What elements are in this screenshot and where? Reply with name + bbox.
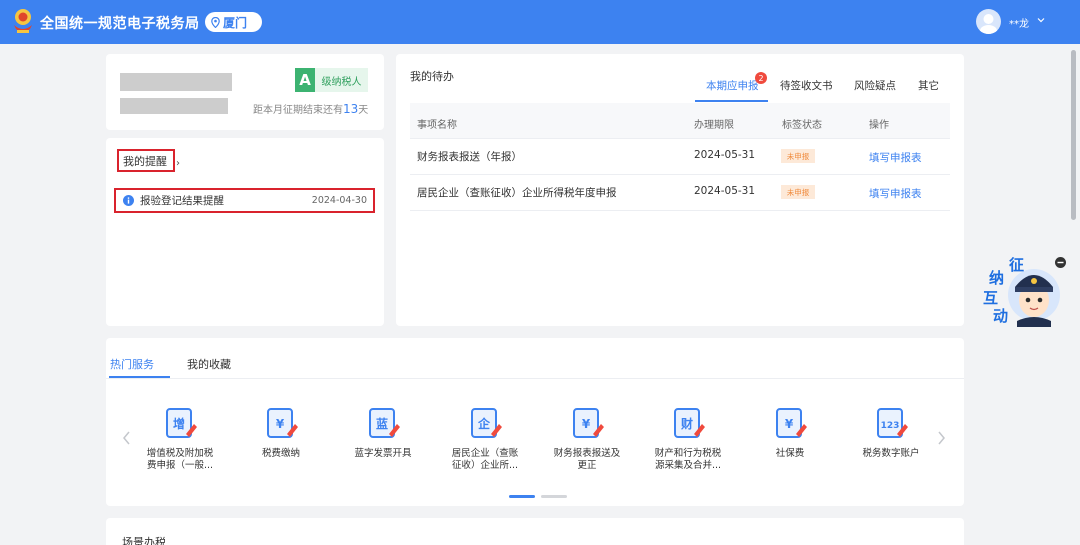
column-header-item: 事项名称 <box>417 120 457 131</box>
vat-declaration-icon: 增 <box>166 408 197 438</box>
social-insurance-icon: ¥ <box>776 408 807 438</box>
tab-other[interactable]: 其它 <box>918 78 939 93</box>
column-header-action: 操作 <box>869 120 889 131</box>
service-icon-glyph: 增 <box>173 416 185 431</box>
status-badge: 未申报 <box>781 149 815 163</box>
todo-item-name: 财务报表报送（年报） <box>417 151 522 163</box>
service-item-label: 社保费 <box>775 448 805 459</box>
reminder-item[interactable]: 报验登记结果提醒 2024-04-30 <box>114 188 375 213</box>
user-icon <box>980 14 997 34</box>
service-item[interactable]: 企居民企业（查账 征收）企业所... <box>433 402 537 482</box>
tab-count-badge: 2 <box>755 72 767 84</box>
taxpayer-grade-badge: A <box>295 68 315 92</box>
close-icon[interactable] <box>1055 257 1066 268</box>
fill-declaration-link[interactable]: 填写申报表 <box>869 186 922 201</box>
service-item-label: 财务报表报送及 更正 <box>553 448 621 471</box>
service-icon-glyph: 123 <box>881 421 900 431</box>
masked-company-name <box>120 73 232 91</box>
services-divider <box>106 378 964 379</box>
service-item-label: 蓝字发票开具 <box>354 448 412 459</box>
taxpayer-grade-label: 级纳税人 <box>315 68 368 92</box>
service-item[interactable]: ¥ 税费缴纳 <box>229 402 333 482</box>
service-icon-glyph: 企 <box>477 416 491 431</box>
city-name: 厦门 <box>223 15 248 30</box>
carousel-dot[interactable] <box>541 495 567 498</box>
tab-documents-to-sign[interactable]: 待签收文书 <box>780 78 833 93</box>
tax-emblem-icon[interactable] <box>10 7 36 35</box>
financial-report-icon: ¥ <box>573 408 604 438</box>
reminders-more-icon[interactable]: › <box>176 158 180 169</box>
filing-deadline-countdown: 距本月征期结束还有13天 <box>253 101 368 116</box>
service-icon-glyph: ¥ <box>582 417 591 431</box>
city-selector[interactable]: 厦门 <box>205 12 262 32</box>
digital-account-icon: 123 <box>877 408 908 438</box>
deadline-prefix: 距本月征期结束还有 <box>253 105 343 116</box>
service-item[interactable]: 财财产和行为税税 源采集及合并... <box>636 402 740 482</box>
row-divider <box>410 174 950 175</box>
interaction-mascot-icon[interactable]: 征 纳 互 动 <box>979 253 1061 331</box>
location-pin-icon <box>211 16 220 28</box>
row-divider <box>410 138 950 139</box>
service-icon-glyph: 财 <box>680 416 693 431</box>
chevron-down-icon[interactable] <box>1036 15 1046 25</box>
page-scrollbar[interactable] <box>1071 50 1076 220</box>
service-item-label: 税费缴纳 <box>261 448 300 459</box>
service-item[interactable]: 蓝蓝字发票开具 <box>331 402 435 482</box>
column-header-deadline: 办理期限 <box>694 120 734 131</box>
top-header: 全国统一规范电子税务局 厦门 **龙 <box>0 0 1080 44</box>
user-name[interactable]: **龙 <box>1009 15 1029 30</box>
service-item-label: 增值税及附加税 费申报（一般... <box>146 448 214 471</box>
reminder-item-text: 报验登记结果提醒 <box>140 195 224 207</box>
service-icon-glyph: ¥ <box>785 417 794 431</box>
mascot-char: 征 <box>1009 256 1024 274</box>
scene-services-card <box>106 518 964 545</box>
service-icon-glyph: ¥ <box>276 417 285 431</box>
service-item-label: 财产和行为税税 源采集及合并... <box>654 448 722 471</box>
tab-my-favorites[interactable]: 我的收藏 <box>187 356 231 372</box>
deadline-days: 13 <box>343 102 359 116</box>
taxpayer-info-card <box>106 54 384 130</box>
todo-item-deadline: 2024-05-31 <box>694 149 756 161</box>
service-item[interactable]: ¥ 财务报表报送及 更正 <box>535 402 639 482</box>
mascot-char: 动 <box>993 307 1008 325</box>
tab-risk-issues[interactable]: 风险疑点 <box>854 78 896 93</box>
service-item[interactable]: 增增值税及附加税 费申报（一般... <box>128 402 232 482</box>
reminders-title: 我的提醒 <box>117 149 175 172</box>
tab-hot-services[interactable]: 热门服务 <box>110 356 154 372</box>
service-item[interactable]: 123 税务数字账户 <box>839 402 943 482</box>
carousel-dot-active[interactable] <box>509 495 535 498</box>
site-title[interactable]: 全国统一规范电子税务局 <box>40 13 200 33</box>
masked-tax-id <box>120 98 228 114</box>
property-tax-icon: 财 <box>674 408 705 438</box>
invoice-print-icon: 蓝 <box>369 408 400 438</box>
enterprise-income-tax-icon: 企 <box>471 408 502 438</box>
mascot-char: 互 <box>983 289 998 307</box>
status-badge: 未申报 <box>781 185 815 199</box>
todo-item-deadline: 2024-05-31 <box>694 185 756 197</box>
tab-current-declaration[interactable]: 本期应申报 <box>706 78 759 93</box>
todo-item-name: 居民企业（查账征收）企业所得税年度申报 <box>417 187 617 199</box>
tax-payment-icon: ¥ <box>267 408 298 438</box>
user-avatar[interactable] <box>976 9 1001 34</box>
service-item-label: 居民企业（查账 征收）企业所... <box>451 448 519 471</box>
info-icon <box>123 195 134 206</box>
mascot-char: 纳 <box>989 269 1004 287</box>
active-tab-indicator <box>695 100 768 102</box>
fill-declaration-link[interactable]: 填写申报表 <box>869 150 922 165</box>
service-icon-glyph: 蓝 <box>376 416 388 431</box>
row-divider <box>410 210 950 211</box>
service-item-label: 税务数字账户 <box>862 448 920 459</box>
todo-title: 我的待办 <box>410 70 454 83</box>
deadline-suffix: 天 <box>358 105 369 116</box>
reminder-item-date: 2024-04-30 <box>311 195 367 206</box>
column-header-status: 标签状态 <box>782 120 822 131</box>
scene-services-title: 场景办税 <box>122 536 166 545</box>
service-item[interactable]: ¥ 社保费 <box>738 402 842 482</box>
